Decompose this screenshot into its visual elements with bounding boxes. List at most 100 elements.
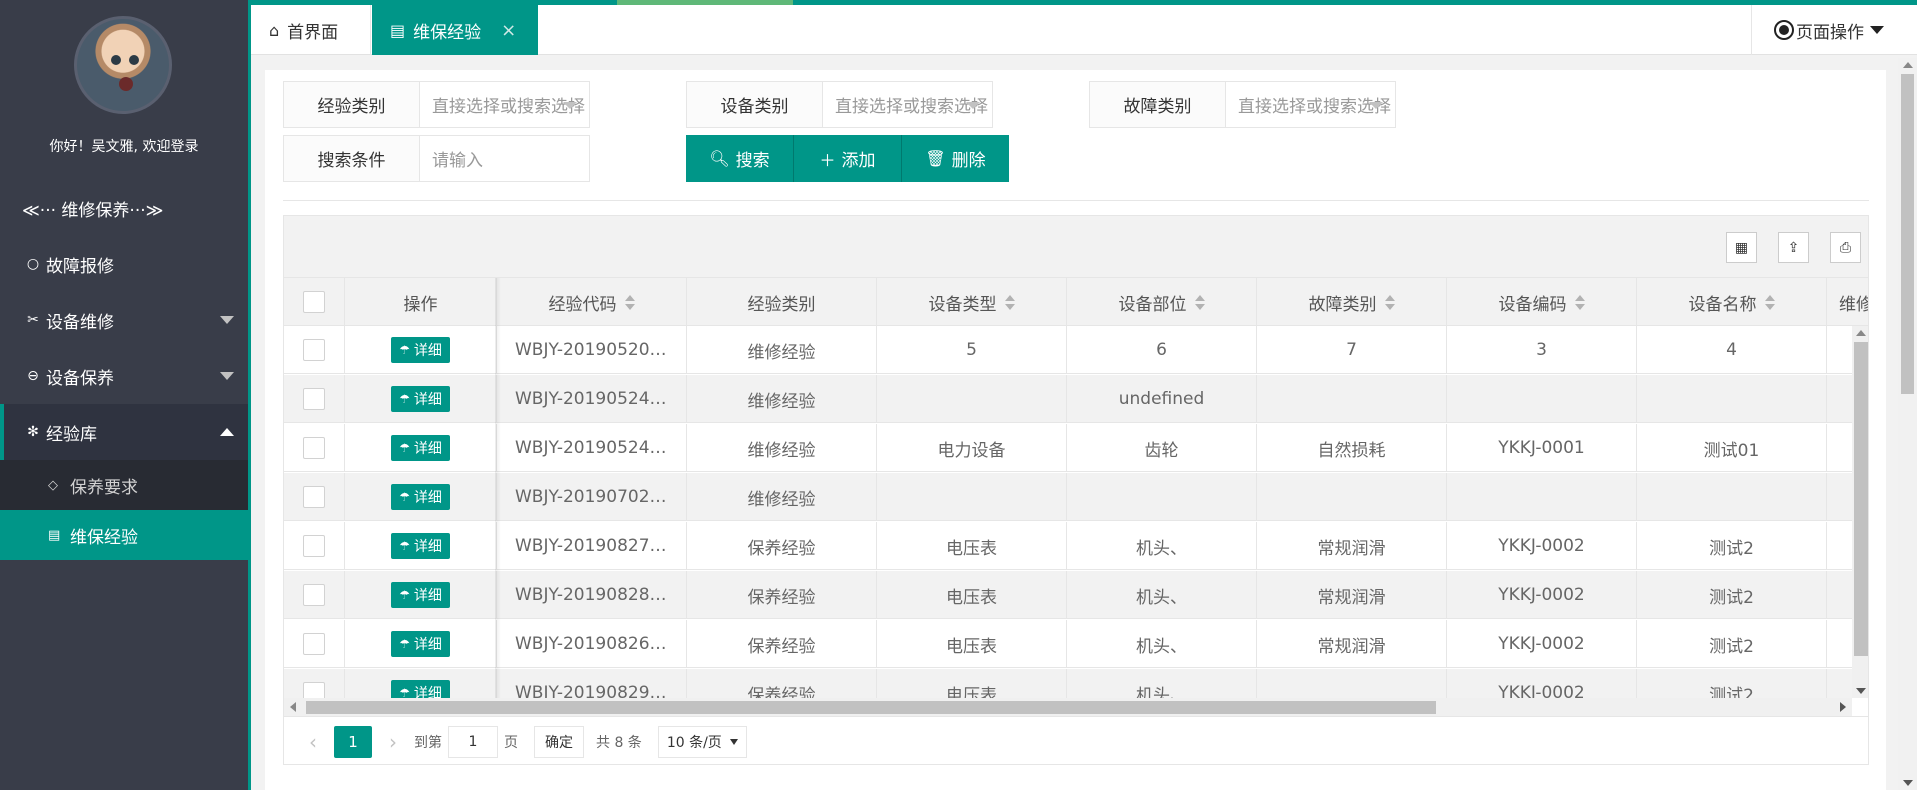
scroll-thumb[interactable] bbox=[1854, 342, 1868, 656]
device-type-select[interactable]: 设备类别 直接选择或搜索选择 bbox=[686, 81, 993, 128]
export-icon[interactable]: ⇪ bbox=[1778, 232, 1809, 263]
checkbox[interactable] bbox=[303, 486, 325, 508]
sidebar-item-device-maintenance[interactable]: ⊖ 设备保养 bbox=[0, 348, 248, 404]
scroll-down-icon[interactable] bbox=[1903, 780, 1913, 786]
header-device-name[interactable]: 设备名称 bbox=[1637, 278, 1827, 326]
sort-icon[interactable] bbox=[1194, 294, 1205, 310]
home-icon: ⌂ bbox=[269, 20, 280, 40]
welcome-text: 你好！吴文雅, 欢迎登录 bbox=[49, 139, 199, 155]
add-button[interactable]: ＋ 添加 bbox=[794, 135, 902, 182]
delete-button[interactable]: 🗑︎ 删除 bbox=[902, 135, 1009, 182]
sidebar-item-fault-report[interactable]: ○ 故障报修 bbox=[0, 236, 248, 292]
confirm-page-button[interactable]: 确定 bbox=[534, 725, 584, 758]
scroll-thumb[interactable] bbox=[1901, 74, 1914, 394]
checkbox[interactable] bbox=[303, 437, 325, 459]
prev-page-icon[interactable]: ‹ bbox=[298, 730, 328, 754]
avatar[interactable] bbox=[74, 16, 172, 114]
exp-type-select[interactable]: 经验类别 直接选择或搜索选择 bbox=[283, 81, 590, 128]
sidebar-subitem-label: 保养要求 bbox=[70, 477, 138, 498]
header-device-code[interactable]: 设备编码 bbox=[1447, 278, 1637, 326]
table-row[interactable]: ☂ 详细 WBJY-20190524… 维修经验 undefined bbox=[284, 375, 1868, 423]
header-exp-code[interactable]: 经验代码 bbox=[497, 278, 687, 326]
sort-icon[interactable] bbox=[1764, 294, 1775, 310]
checkbox[interactable] bbox=[303, 535, 325, 557]
table-row[interactable]: ☂ 详细 WBJY-20190520… 维修经验 5 6 7 3 4 bbox=[284, 326, 1868, 374]
sidebar-item-device-repair[interactable]: ✂ 设备维修 bbox=[0, 292, 248, 348]
table-row[interactable]: ☂ 详细 WBJY-20190828… 保养经验 电压表 机头、 常规润滑 YKKJ-0002… bbox=[284, 571, 1868, 619]
table-cell-dev-name bbox=[1637, 375, 1827, 423]
table-row[interactable]: ☂ 详细 WBJY-20190524… 维修经验 电力设备 齿轮 自然损耗 YKKJ-0001… bbox=[284, 424, 1868, 472]
scroll-thumb[interactable] bbox=[306, 701, 1436, 714]
sort-icon[interactable] bbox=[1384, 294, 1395, 310]
fault-type-input[interactable]: 直接选择或搜索选择 bbox=[1226, 82, 1395, 127]
search-condition-field[interactable]: 搜索条件 请输入 bbox=[283, 135, 590, 182]
scroll-up-icon[interactable] bbox=[1856, 330, 1866, 336]
table-cell-code: WBJY-20190829… bbox=[497, 669, 687, 698]
table-body: ☂ 详细 WBJY-20190520… 维修经验 5 6 7 3 4 ☂ 详细 WBJY-201905… bbox=[284, 326, 1868, 698]
table-cell-dev-type: 电压表 bbox=[877, 571, 1067, 619]
field-label: 故障类别 bbox=[1090, 82, 1226, 127]
device-type-input[interactable]: 直接选择或搜索选择 bbox=[823, 82, 992, 127]
header-fault-type[interactable]: 故障类别 bbox=[1257, 278, 1447, 326]
print-icon[interactable]: ⎙ bbox=[1830, 232, 1861, 263]
detail-button[interactable]: ☂ 详细 bbox=[391, 680, 450, 698]
detail-button[interactable]: ☂ 详细 bbox=[391, 484, 450, 510]
page-operations-menu[interactable]: 页面操作 bbox=[1751, 5, 1917, 55]
page-vertical-scrollbar[interactable] bbox=[1898, 58, 1917, 790]
exp-type-input[interactable]: 直接选择或搜索选择 bbox=[420, 82, 589, 127]
tab-home[interactable]: ⌂ 首界面 bbox=[251, 5, 371, 55]
nav-group-title[interactable]: ≪··· 维修保养···≫ bbox=[0, 180, 248, 236]
close-icon[interactable]: × bbox=[501, 20, 516, 41]
detail-button[interactable]: ☂ 详细 bbox=[391, 582, 450, 608]
sidebar-subitem-maintenance-requirements[interactable]: ◇ 保养要求 bbox=[0, 460, 248, 510]
action-buttons: 🔍︎ 搜索 ＋ 添加 🗑︎ 删除 bbox=[686, 135, 1009, 182]
row-operations-cell: ☂ 详细 bbox=[345, 326, 497, 374]
table-horizontal-scrollbar[interactable] bbox=[284, 698, 1852, 716]
scroll-down-icon[interactable] bbox=[1856, 688, 1866, 694]
checkbox[interactable] bbox=[303, 682, 325, 698]
sidebar-item-experience-library[interactable]: ✻ 经验库 bbox=[0, 404, 248, 460]
header-device-type[interactable]: 设备类型 bbox=[877, 278, 1067, 326]
checkbox[interactable] bbox=[303, 291, 325, 313]
columns-filter-icon[interactable]: ▦ bbox=[1726, 232, 1757, 263]
sort-icon[interactable] bbox=[624, 294, 635, 310]
header-repair: 维修 bbox=[1827, 278, 1868, 326]
scroll-right-icon[interactable] bbox=[1840, 702, 1846, 712]
table-cell-type: 保养经验 bbox=[687, 522, 877, 570]
fault-type-select[interactable]: 故障类别 直接选择或搜索选择 bbox=[1089, 81, 1396, 128]
page-number-input[interactable]: 1 bbox=[448, 725, 498, 758]
header-exp-type: 经验类别 bbox=[687, 278, 877, 326]
next-page-icon[interactable]: › bbox=[378, 730, 408, 754]
detail-button[interactable]: ☂ 详细 bbox=[391, 337, 450, 363]
table-row[interactable]: ☂ 详细 WBJY-20190827… 保养经验 电压表 机头、 常规润滑 YKKJ-0002… bbox=[284, 522, 1868, 570]
tab-maintenance-experience[interactable]: ▤ 维保经验 × bbox=[372, 5, 538, 55]
search-button[interactable]: 🔍︎ 搜索 bbox=[686, 135, 794, 182]
header-device-part[interactable]: 设备部位 bbox=[1067, 278, 1257, 326]
search-input[interactable]: 请输入 bbox=[420, 136, 589, 181]
detail-button[interactable]: ☂ 详细 bbox=[391, 533, 450, 559]
table-row[interactable]: ☂ 详细 WBJY-20190829… 保养经验 电压表 机头、 YKKJ-0002 测试2 bbox=[284, 669, 1868, 698]
checkbox[interactable] bbox=[303, 584, 325, 606]
header-select-all[interactable] bbox=[284, 278, 345, 326]
page-size-select[interactable]: 10 条/页 bbox=[657, 725, 747, 758]
scroll-left-icon[interactable] bbox=[290, 702, 296, 712]
header-label: 故障类别 bbox=[1308, 294, 1377, 315]
chevron-down-icon bbox=[220, 372, 234, 380]
sort-icon[interactable] bbox=[1574, 294, 1585, 310]
sort-icon[interactable] bbox=[1004, 294, 1015, 310]
checkbox[interactable] bbox=[303, 633, 325, 655]
book-icon: ▤ bbox=[48, 527, 61, 543]
checkbox[interactable] bbox=[303, 339, 325, 361]
detail-button[interactable]: ☂ 详细 bbox=[391, 435, 450, 461]
detail-button[interactable]: ☂ 详细 bbox=[391, 631, 450, 657]
scroll-up-icon[interactable] bbox=[1903, 62, 1913, 68]
table-vertical-scrollbar[interactable] bbox=[1852, 326, 1868, 698]
table-cell-dev-type bbox=[877, 375, 1067, 423]
header-label: 设备编码 bbox=[1498, 294, 1567, 315]
sidebar-subitem-maintenance-experience[interactable]: ▤ 维保经验 bbox=[0, 510, 248, 560]
table-row[interactable]: ☂ 详细 WBJY-20190702… 维修经验 bbox=[284, 473, 1868, 521]
checkbox[interactable] bbox=[303, 388, 325, 410]
current-page[interactable]: 1 bbox=[334, 725, 372, 758]
table-row[interactable]: ☂ 详细 WBJY-20190826… 保养经验 电压表 机头、 常规润滑 YKKJ-0002… bbox=[284, 620, 1868, 668]
detail-button[interactable]: ☂ 详细 bbox=[391, 386, 450, 412]
